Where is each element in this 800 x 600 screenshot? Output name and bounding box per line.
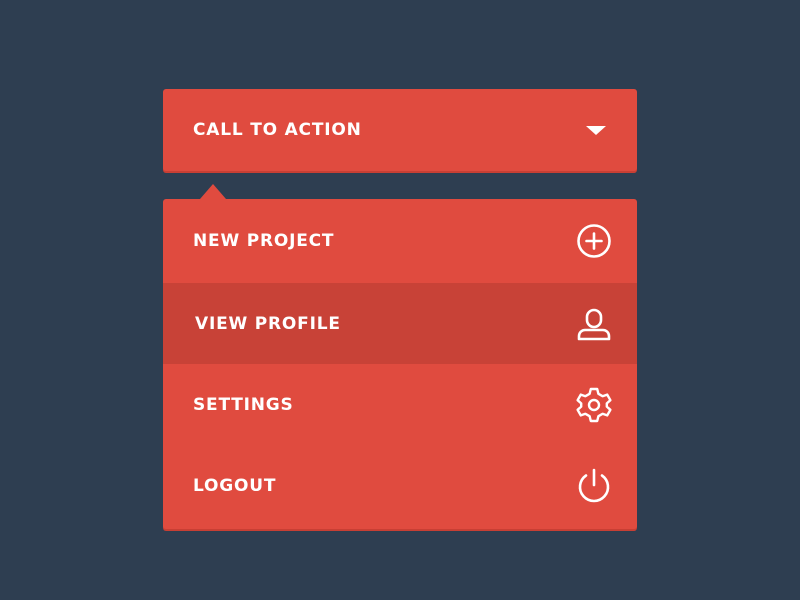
- dropdown-menu: NEW PROJECT VIEW PROFILE SETTINGS LOGOUT: [163, 199, 637, 529]
- menu-item-label: SETTINGS: [193, 394, 294, 415]
- menu-item-label: VIEW PROFILE: [195, 313, 341, 334]
- stage: CALL TO ACTION NEW PROJECT VIEW PROFILE: [0, 0, 800, 600]
- user-icon: [575, 305, 613, 343]
- power-icon: [575, 467, 613, 505]
- menu-item-label: LOGOUT: [193, 475, 277, 496]
- call-to-action-button[interactable]: CALL TO ACTION: [163, 89, 637, 171]
- gear-icon: [575, 386, 613, 424]
- plus-circle-icon: [575, 222, 613, 260]
- menu-item-label: NEW PROJECT: [193, 231, 335, 251]
- dropdown-pointer: [200, 184, 226, 199]
- menu-item-new-project[interactable]: NEW PROJECT: [163, 199, 637, 283]
- menu-item-logout[interactable]: LOGOUT: [163, 445, 637, 526]
- menu-item-settings[interactable]: SETTINGS: [163, 364, 637, 445]
- call-to-action-label: CALL TO ACTION: [193, 120, 362, 140]
- menu-item-view-profile[interactable]: VIEW PROFILE: [163, 283, 637, 364]
- caret-down-icon[interactable]: [586, 125, 606, 135]
